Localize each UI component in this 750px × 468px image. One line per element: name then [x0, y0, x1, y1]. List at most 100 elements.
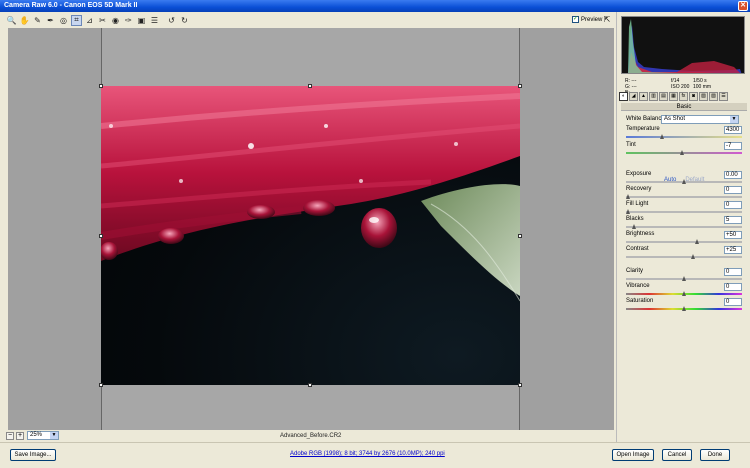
photo-preview — [101, 86, 520, 385]
zoom-out-button[interactable]: − — [6, 432, 14, 440]
recovery-slider-track[interactable] — [626, 196, 742, 198]
spot-removal-icon[interactable]: ✂ — [97, 15, 108, 26]
white-balance-tool-icon[interactable]: ✎ — [32, 15, 43, 26]
white-balance-select[interactable]: As Shot ▼ — [661, 115, 739, 124]
tab-camera-calibration-icon[interactable]: ◙ — [689, 92, 698, 101]
clarity-control: Clarity 0 — [626, 268, 742, 283]
image-canvas[interactable] — [8, 28, 614, 430]
file-name: Advanced_Before.CR2 — [280, 433, 342, 439]
chevron-down-icon: ▼ — [730, 116, 738, 123]
crop-handle-top[interactable] — [308, 84, 312, 88]
window-title: Camera Raw 6.0 - Canon EOS 5D Mark II — [4, 2, 138, 9]
tab-settings-icon[interactable]: ☰ — [719, 92, 728, 101]
exposure-control: Exposure 0.00 — [626, 171, 742, 186]
graduated-filter-icon[interactable]: ▣ — [136, 15, 147, 26]
preview-label: Preview — [581, 16, 603, 23]
crop-handle-bottom-left[interactable] — [99, 383, 103, 387]
chevron-down-icon: ▼ — [50, 432, 58, 439]
blacks-label: Blacks — [626, 216, 644, 222]
tint-slider-track[interactable] — [626, 152, 742, 154]
tab-basic-icon[interactable]: ◐ — [619, 92, 628, 101]
fill-light-label: Fill Light — [626, 201, 649, 207]
tab-effects-icon[interactable]: fx — [679, 92, 688, 101]
rotate-right-icon[interactable]: ↻ — [179, 15, 190, 26]
crop-handle-top-left[interactable] — [99, 84, 103, 88]
close-window-button[interactable]: ✕ — [738, 1, 748, 11]
workflow-options-link[interactable]: Adobe RGB (1998); 8 bit; 3744 by 2676 (1… — [290, 451, 445, 457]
photo-artwork — [101, 86, 520, 302]
contrast-control: Contrast +25 — [626, 246, 742, 261]
vibrance-control: Vibrance 0 — [626, 283, 742, 298]
red-eye-icon[interactable]: ◉ — [110, 15, 121, 26]
exposure-label: Exposure — [626, 171, 652, 177]
blacks-input[interactable]: 5 — [724, 216, 742, 224]
recovery-input[interactable]: 0 — [724, 186, 742, 194]
saturation-input[interactable]: 0 — [724, 298, 742, 306]
window-titlebar: Camera Raw 6.0 - Canon EOS 5D Mark II ✕ — [0, 0, 750, 12]
status-bar: − + 25% ▼ Advanced_Before.CR2 — [0, 430, 616, 442]
histogram-graph — [628, 19, 742, 73]
clarity-label: Clarity — [626, 268, 644, 274]
tab-tone-curve-icon[interactable]: ◢ — [629, 92, 638, 101]
crop-handle-bottom-right[interactable] — [518, 383, 522, 387]
blacks-slider-track[interactable] — [626, 226, 742, 228]
brightness-control: Brightness +50 — [626, 231, 742, 246]
temperature-input[interactable]: 4300 — [724, 126, 742, 134]
tab-snapshots-icon[interactable]: ▨ — [709, 92, 718, 101]
tab-lens-icon[interactable]: ▦ — [669, 92, 678, 101]
exposure-input[interactable]: 0.00 — [724, 171, 742, 179]
fullscreen-toggle-icon[interactable]: ⇱ — [602, 15, 612, 25]
preview-checkbox[interactable]: ✓ — [572, 16, 579, 23]
zoom-tool-icon[interactable]: 🔍 — [6, 15, 17, 26]
tab-hsl-icon[interactable]: ▥ — [649, 92, 658, 101]
tint-input[interactable]: -7 — [724, 142, 742, 150]
color-sampler-icon[interactable]: ✒ — [45, 15, 56, 26]
hand-tool-icon[interactable]: ✋ — [19, 15, 30, 26]
brightness-slider-track[interactable] — [626, 241, 742, 243]
clarity-input[interactable]: 0 — [724, 268, 742, 276]
histogram — [621, 16, 745, 74]
tab-split-toning-icon[interactable]: ▤ — [659, 92, 668, 101]
tint-control: Tint -7 — [626, 142, 742, 157]
adjustments-panel: R: --- G: --- B: --- f/14 ISO 200 1/50 s… — [616, 12, 750, 442]
focal-length: 100 mm — [693, 84, 712, 90]
section-title: Basic — [621, 103, 747, 111]
crop-tool-icon[interactable]: ⌗ — [71, 14, 82, 26]
crop-handle-right[interactable] — [518, 234, 522, 238]
cancel-button[interactable]: Cancel — [662, 449, 692, 461]
fill-light-input[interactable]: 0 — [724, 201, 742, 209]
targeted-adjustment-icon[interactable]: ◎ — [58, 15, 69, 26]
open-image-button[interactable]: Open Image — [612, 449, 654, 461]
adjustment-brush-icon[interactable]: ✑ — [123, 15, 134, 26]
tint-label: Tint — [626, 142, 636, 148]
crop-handle-bottom[interactable] — [308, 383, 312, 387]
contrast-slider-track[interactable] — [626, 256, 742, 258]
fill-light-slider-track[interactable] — [626, 211, 742, 213]
blacks-control: Blacks 5 — [626, 216, 742, 231]
recovery-control: Recovery 0 — [626, 186, 742, 201]
bottom-bar: Save Image... Adobe RGB (1998); 8 bit; 3… — [0, 442, 750, 468]
temperature-label: Temperature — [626, 126, 660, 132]
brightness-input[interactable]: +50 — [724, 231, 742, 239]
vibrance-input[interactable]: 0 — [724, 283, 742, 291]
done-button[interactable]: Done — [700, 449, 730, 461]
crop-handle-left[interactable] — [99, 234, 103, 238]
tab-detail-icon[interactable]: ▲ — [639, 92, 648, 101]
saturation-label: Saturation — [626, 298, 654, 304]
preferences-icon[interactable]: ☰ — [149, 15, 160, 26]
temperature-control: Temperature 4300 — [626, 126, 742, 141]
tab-presets-icon[interactable]: ▧ — [699, 92, 708, 101]
contrast-input[interactable]: +25 — [724, 246, 742, 254]
iso: ISO 200 — [671, 84, 690, 90]
zoom-select[interactable]: 25% ▼ — [27, 431, 59, 440]
straighten-tool-icon[interactable]: ⊿ — [84, 15, 95, 26]
panel-tabs: ◐ ◢ ▲ ▥ ▤ ▦ fx ◙ ▧ ▨ ☰ — [619, 92, 749, 103]
zoom-in-button[interactable]: + — [16, 432, 24, 440]
rotate-left-icon[interactable]: ↺ — [166, 15, 177, 26]
toolbar: 🔍 ✋ ✎ ✒ ◎ ⌗ ⊿ ✂ ◉ ✑ ▣ ☰ ↺ ↻ — [0, 12, 616, 28]
save-image-button[interactable]: Save Image... — [10, 449, 56, 461]
recovery-label: Recovery — [626, 186, 652, 192]
preview-toggle[interactable]: ✓ Preview — [572, 16, 602, 23]
crop-handle-top-right[interactable] — [518, 84, 522, 88]
temperature-slider-track[interactable] — [626, 136, 742, 138]
